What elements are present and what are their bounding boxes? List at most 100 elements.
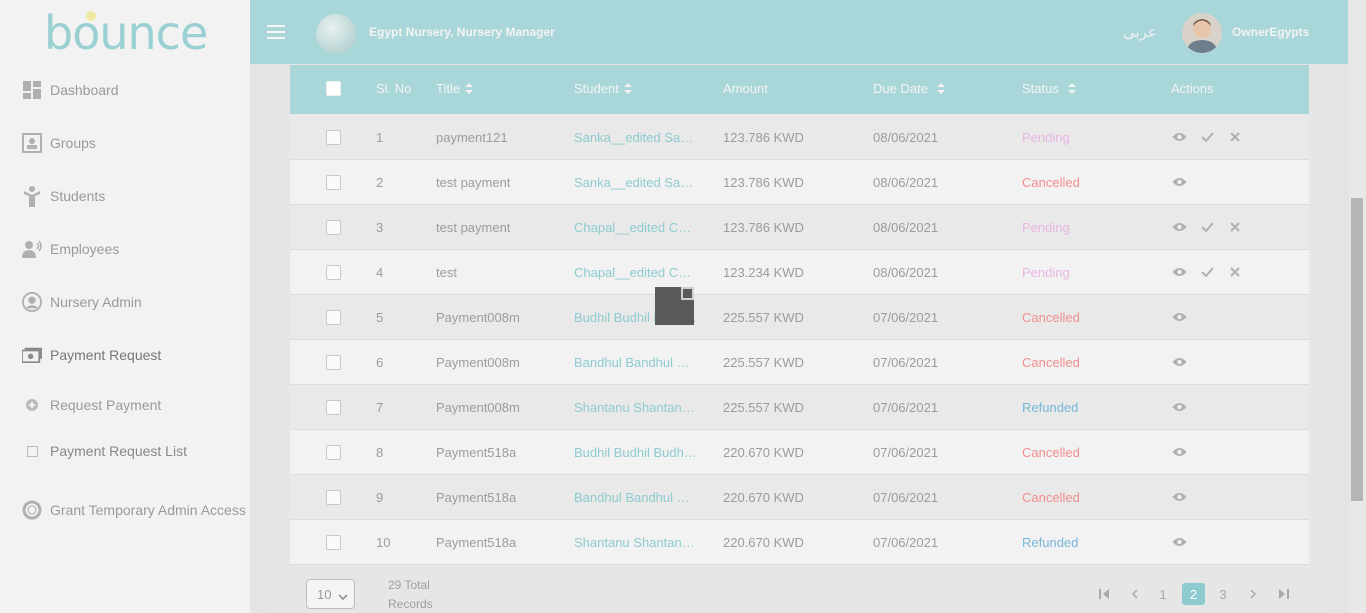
approve-check-icon[interactable] — [1199, 265, 1215, 279]
row-actions — [1171, 130, 1255, 144]
cell-sl-no: 5 — [376, 310, 384, 325]
reject-close-icon[interactable] — [1227, 220, 1243, 234]
sort-icon[interactable] — [465, 83, 474, 94]
sort-icon[interactable] — [936, 83, 945, 94]
column-title[interactable]: Title — [436, 81, 474, 96]
sidebar-subitem-payment-request-list[interactable]: Payment Request List — [26, 441, 187, 461]
sidebar-item-grant-admin-access[interactable]: Grant Temporary Admin Access — [22, 498, 246, 522]
cell-amount: 123.786 KWD — [723, 175, 804, 190]
view-icon[interactable] — [1171, 175, 1187, 189]
next-page-icon[interactable] — [1246, 583, 1261, 605]
student-link[interactable]: Bandhul Bandhul Ba... — [574, 355, 698, 370]
status-text: Pending — [1022, 220, 1070, 235]
view-icon[interactable] — [1171, 445, 1187, 459]
row-actions — [1171, 490, 1199, 504]
row-actions — [1171, 265, 1255, 279]
user-avatar[interactable] — [1182, 13, 1222, 53]
view-icon[interactable] — [1171, 355, 1187, 369]
cell-amount: 220.670 KWD — [723, 445, 804, 460]
student-link[interactable]: Sanka__edited Sank... — [574, 175, 698, 190]
student-link[interactable]: Shantanu Shantanu ... — [574, 535, 698, 550]
status-text: Refunded — [1022, 535, 1079, 550]
sidebar-item-payment-request[interactable]: Payment Request — [22, 343, 161, 367]
status-text: Refunded — [1022, 400, 1079, 415]
approve-check-icon[interactable] — [1199, 130, 1215, 144]
last-page-icon[interactable] — [1276, 583, 1291, 605]
column-amount: Amount — [723, 81, 768, 96]
student-link[interactable]: Chapal__edited Cha... — [574, 220, 698, 235]
page-2-current[interactable]: 2 — [1182, 583, 1205, 605]
sidebar-item-students[interactable]: Students — [22, 184, 105, 208]
row-checkbox[interactable] — [326, 310, 341, 325]
table-row: 2 test payment Sanka__edited Sank... 123.78… — [290, 160, 1309, 205]
select-all-checkbox[interactable] — [326, 81, 341, 96]
sidebar-item-employees[interactable]: Employees — [22, 237, 119, 261]
row-checkbox[interactable] — [326, 220, 341, 235]
student-link[interactable]: Chapal__edited Cha... — [574, 265, 698, 280]
row-checkbox[interactable] — [326, 265, 341, 280]
loading-spinner-square — [681, 287, 694, 300]
view-icon[interactable] — [1171, 490, 1187, 504]
sidebar: bounce Dashboard Groups Students Employe… — [0, 0, 250, 613]
column-student[interactable]: Student — [574, 81, 632, 96]
student-link[interactable]: Bandhul Bandhul Ba... — [574, 490, 698, 505]
cell-amount: 220.670 KWD — [723, 490, 804, 505]
sort-icon[interactable] — [623, 83, 632, 94]
user-name[interactable]: OwnerEgypts — [1232, 25, 1309, 39]
row-checkbox[interactable] — [326, 175, 341, 190]
status-text: Cancelled — [1022, 355, 1080, 370]
row-checkbox[interactable] — [326, 400, 341, 415]
bounce-logo[interactable]: bounce — [44, 8, 208, 58]
cell-due-date: 08/06/2021 — [873, 220, 939, 235]
approve-check-icon[interactable] — [1199, 220, 1215, 234]
cell-due-date: 08/06/2021 — [873, 265, 939, 280]
page-scrollbar-thumb[interactable] — [1351, 198, 1363, 501]
menu-icon[interactable] — [267, 25, 285, 39]
sidebar-item-nursery-admin[interactable]: Nursery Admin — [22, 290, 142, 314]
reject-close-icon[interactable] — [1227, 265, 1243, 279]
status-text: Cancelled — [1022, 445, 1080, 460]
row-checkbox[interactable] — [326, 445, 341, 460]
student-link[interactable]: Budhil Budhil Budhil ... — [574, 445, 698, 460]
view-icon[interactable] — [1171, 130, 1187, 144]
sidebar-item-label: Employees — [50, 241, 120, 257]
cell-sl-no: 3 — [376, 220, 384, 235]
language-toggle[interactable]: عربي — [1123, 23, 1157, 41]
cell-sl-no: 2 — [376, 175, 384, 190]
first-page-icon[interactable] — [1097, 583, 1112, 605]
cell-title: Payment008m — [436, 355, 520, 370]
sidebar-item-groups[interactable]: Groups — [22, 131, 96, 155]
view-icon[interactable] — [1171, 535, 1187, 549]
reject-close-icon[interactable] — [1227, 130, 1243, 144]
student-link[interactable]: Shantanu Shantanu ... — [574, 400, 698, 415]
row-checkbox[interactable] — [326, 490, 341, 505]
cell-due-date: 07/06/2021 — [873, 445, 939, 460]
page-3[interactable]: 3 — [1215, 583, 1231, 605]
view-icon[interactable] — [1171, 220, 1187, 234]
prev-page-icon[interactable] — [1127, 583, 1142, 605]
cell-amount: 225.557 KWD — [723, 400, 804, 415]
row-actions — [1171, 535, 1199, 549]
table-row: 7 Payment008m Shantanu Shantanu ... 225.557… — [290, 385, 1309, 430]
status-text: Cancelled — [1022, 175, 1080, 190]
column-due-date[interactable]: Due Date — [873, 81, 945, 96]
cell-title: test — [436, 265, 457, 280]
column-status[interactable]: Status — [1022, 81, 1076, 96]
view-icon[interactable] — [1171, 400, 1187, 414]
cell-sl-no: 6 — [376, 355, 384, 370]
student-link[interactable]: Sanka__edited Sank... — [574, 130, 698, 145]
dashboard-icon — [22, 80, 42, 100]
view-icon[interactable] — [1171, 310, 1187, 324]
sidebar-item-dashboard[interactable]: Dashboard — [22, 78, 119, 102]
row-checkbox[interactable] — [326, 535, 341, 550]
sort-icon[interactable] — [1067, 83, 1076, 94]
cell-title: payment121 — [436, 130, 508, 145]
view-icon[interactable] — [1171, 265, 1187, 279]
sidebar-subitem-request-payment[interactable]: Request Payment — [26, 395, 161, 415]
row-checkbox[interactable] — [326, 130, 341, 145]
page-size-select[interactable]: 10 — [306, 579, 355, 609]
page-1[interactable]: 1 — [1155, 583, 1171, 605]
row-checkbox[interactable] — [326, 355, 341, 370]
cell-due-date: 07/06/2021 — [873, 400, 939, 415]
cell-due-date: 07/06/2021 — [873, 355, 939, 370]
